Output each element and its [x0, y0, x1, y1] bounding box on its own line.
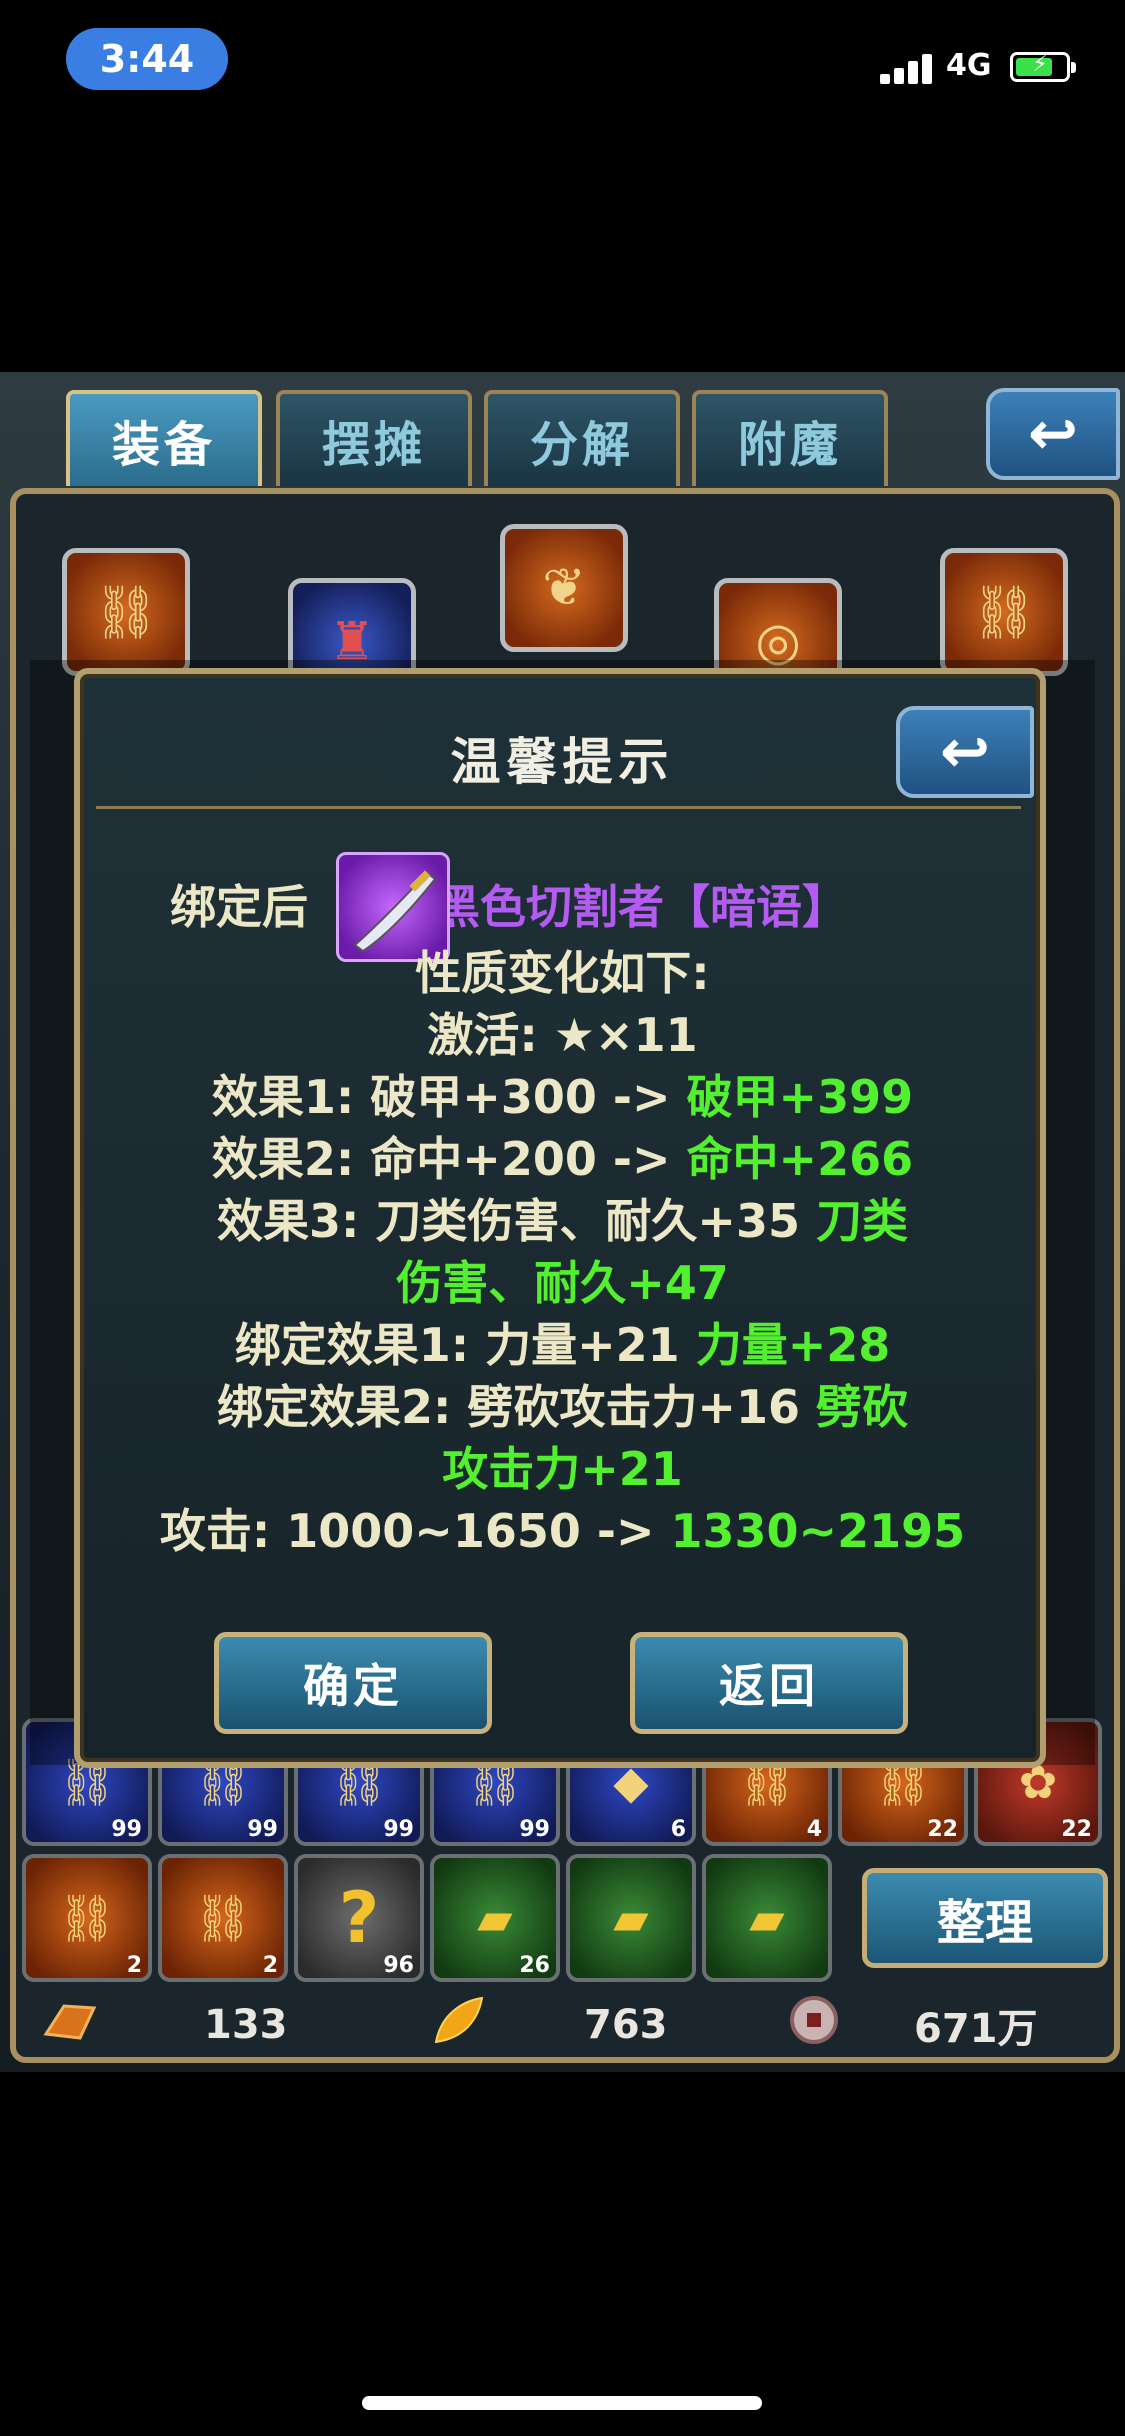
item-count: 96 [383, 1953, 414, 1978]
item-count: 99 [383, 1817, 414, 1842]
chain-icon: ⛓ [92, 582, 159, 643]
bag-slot[interactable]: ▰ 26 [430, 1854, 560, 1982]
tab-stall[interactable]: 摆摊 [276, 390, 472, 486]
card-icon: ▰ [749, 1891, 785, 1945]
wings-icon: ❦ [542, 558, 586, 618]
bag-slot[interactable]: ▰ [566, 1854, 696, 1982]
chain-icon: ⛓ [970, 582, 1037, 643]
effect-3: 效果3: 刀类伤害、耐久+35 刀类 [217, 1194, 908, 1248]
item-count: 99 [247, 1817, 278, 1842]
item-count: 22 [1061, 1817, 1092, 1842]
card-icon: ▰ [477, 1891, 513, 1945]
equip-slot-chain-2[interactable]: ⛓ [940, 548, 1068, 676]
item-name: 黑色切割者【暗语】 [434, 880, 848, 934]
bind-line: 绑定后 黑色切割者【暗语】 [90, 876, 1035, 938]
bind-effect-1: 绑定效果1: 力量+21 力量+28 [234, 1318, 891, 1372]
home-indicator[interactable] [362, 2396, 762, 2410]
bind-effect-2: 绑定效果2: 劈砍攻击力+16 劈砍 [217, 1380, 908, 1434]
battery-icon: ⚡ [1010, 52, 1076, 82]
back-arrow-icon: ↩ [939, 717, 991, 787]
return-button[interactable]: 返回 [630, 1632, 908, 1734]
tab-equipment[interactable]: 装备 [66, 390, 262, 486]
back-arrow-icon: ↩ [1027, 399, 1079, 469]
change-subtitle: 性质变化如下: [415, 946, 710, 1000]
item-count: 4 [806, 1817, 822, 1842]
equip-slot-chain[interactable]: ⛓ [62, 548, 190, 676]
item-count: 99 [519, 1817, 550, 1842]
item-count: 2 [126, 1953, 142, 1978]
leaf-icon [434, 1996, 484, 2044]
gold-ingot-icon [43, 2004, 97, 2040]
activate-line: 激活: ★×11 [427, 1008, 698, 1062]
coin-amount: 671万 [914, 2006, 1038, 2052]
network-label: 4G [946, 48, 992, 83]
status-time: 3:44 [66, 28, 228, 90]
leaf-amount: 763 [584, 2002, 668, 2048]
item-count: 6 [670, 1817, 686, 1842]
gold-amount: 133 [204, 2002, 288, 2048]
bag-slot[interactable]: ▰ [702, 1854, 832, 1982]
chain-icon: ⛓ [193, 1890, 253, 1945]
sort-button[interactable]: 整理 [862, 1868, 1108, 1968]
bind-effect-2-cont: 攻击力+21 [442, 1442, 683, 1496]
confirm-button[interactable]: 确定 [214, 1632, 492, 1734]
chain-icon: ⛓ [57, 1890, 117, 1945]
sword-icon [353, 870, 437, 953]
item-count: 22 [927, 1817, 958, 1842]
coin-icon [790, 1996, 838, 2044]
bag-slot[interactable]: ⛓ 2 [158, 1854, 288, 1982]
bag-slot[interactable]: ⛓ 2 [22, 1854, 152, 1982]
bind-prefix: 绑定后 [170, 880, 308, 934]
screen: 3:44 4G ⚡ 装备 摆摊 分解 附魔 ↩ ⛓ ♜ ❦ ◎ ⛓ ⛓ 99 ⛓ 9… [0, 0, 1125, 2436]
dialog-back-button[interactable]: ↩ [896, 706, 1034, 798]
effect-1: 效果1: 破甲+300 -> 破甲+399 [211, 1070, 914, 1124]
bag-slot[interactable]: ? 96 [294, 1854, 424, 1982]
question-icon: ? [338, 1877, 380, 1959]
card-icon: ▰ [613, 1891, 649, 1945]
tab-enchant[interactable]: 附魔 [692, 390, 888, 486]
item-count: 2 [262, 1953, 278, 1978]
effect-3-cont: 伤害、耐久+47 [396, 1256, 729, 1310]
equip-slot-wings[interactable]: ❦ [500, 524, 628, 652]
effect-2: 效果2: 命中+200 -> 命中+266 [211, 1132, 914, 1186]
tab-decompose[interactable]: 分解 [484, 390, 680, 486]
item-count: 99 [111, 1817, 142, 1842]
item-count: 26 [519, 1953, 550, 1978]
divider [96, 806, 1021, 809]
attack-line: 攻击: 1000~1650 -> 1330~2195 [159, 1504, 966, 1558]
signal-icon [880, 52, 936, 84]
back-button[interactable]: ↩ [986, 388, 1120, 480]
